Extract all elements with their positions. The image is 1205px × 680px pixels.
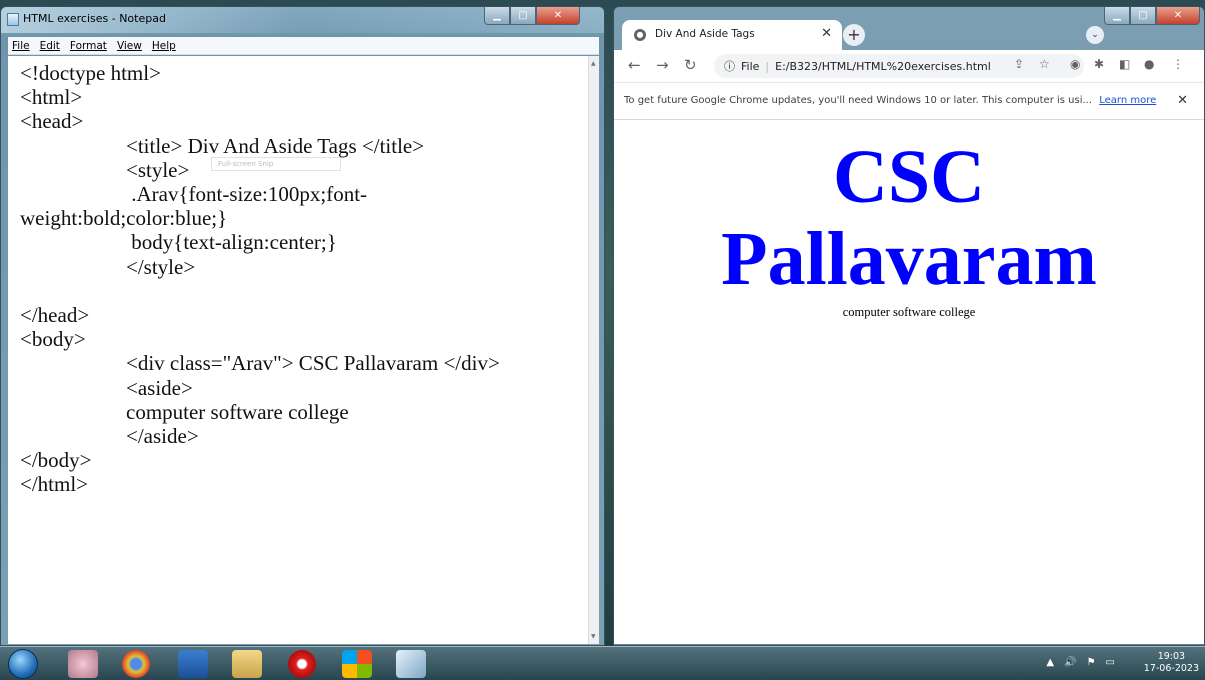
infobar-message: To get future Google Chrome updates, you…	[624, 95, 1093, 106]
tab-search-button[interactable]: ⌄	[1086, 26, 1104, 44]
scroll-down-icon[interactable]: ▼	[591, 633, 596, 640]
address-separator: |	[765, 59, 770, 73]
browser-tab[interactable]: ● Div And Aside Tags ✕	[622, 20, 842, 50]
menu-dots-icon[interactable]: ⋮	[1172, 57, 1184, 71]
clock-date: 17-06-2023	[1143, 663, 1199, 674]
clock[interactable]: 19:03 17-06-2023	[1144, 651, 1199, 675]
paint-icon[interactable]	[68, 650, 98, 678]
notepad-title-bar[interactable]: HTML exercises - Notepad ▁ □ ✕	[1, 7, 604, 33]
address-bar[interactable]: ⓘ File | E:/B323/HTML/HTML%20exercises.h…	[714, 54, 1084, 78]
new-tab-button[interactable]: +	[843, 24, 865, 46]
clock-time: 19:03	[1157, 651, 1186, 662]
outlook-icon[interactable]	[178, 650, 208, 678]
reload-icon[interactable]: ↻	[684, 56, 697, 74]
volume-icon[interactable]: 🔊	[1064, 657, 1076, 668]
tab-title: Div And Aside Tags	[655, 28, 755, 40]
learn-more-link[interactable]: Learn more	[1099, 95, 1156, 106]
profile-icon[interactable]: ●	[1144, 57, 1154, 71]
menu-edit[interactable]: Edit	[40, 40, 60, 52]
notepad-title: HTML exercises - Notepad	[23, 12, 166, 25]
code-line: .Arav{font-size:100px;font-	[126, 182, 368, 207]
address-prefix: File	[741, 59, 760, 73]
chrome-icon[interactable]	[122, 650, 150, 678]
code-line: </head>	[20, 303, 90, 328]
network-icon[interactable]: ▭	[1106, 657, 1115, 668]
extension-shield-icon[interactable]: ◉	[1070, 57, 1080, 71]
maximize-button[interactable]: □	[1130, 7, 1156, 25]
code-line: </aside>	[126, 424, 199, 449]
snip-tooltip: Full-screen Snip	[211, 157, 341, 171]
maximize-button[interactable]: □	[510, 7, 536, 25]
notepad-caption-buttons: ▁ □ ✕	[484, 7, 580, 25]
taskbar: ▲ 🔊 ⚑ ▭ 19:03 17-06-2023	[0, 646, 1205, 680]
code-line: </html>	[20, 472, 89, 497]
menu-file[interactable]: File	[12, 40, 30, 52]
forward-icon[interactable]: →	[656, 56, 669, 74]
scroll-up-icon[interactable]: ▲	[591, 60, 596, 67]
code-line: </body>	[20, 448, 92, 473]
page-viewport: CSC Pallavaram computer software college	[614, 120, 1204, 644]
menu-help[interactable]: Help	[152, 40, 176, 52]
notepad-menu-bar: File Edit Format View Help	[8, 37, 599, 55]
snipping-icon[interactable]	[396, 650, 426, 678]
page-aside: computer software college	[842, 305, 976, 319]
explorer-icon[interactable]	[232, 650, 262, 678]
back-icon[interactable]: ←	[628, 56, 641, 74]
code-line: </style>	[126, 254, 196, 279]
info-icon[interactable]: ⓘ	[724, 58, 735, 74]
system-tray: ▲ 🔊 ⚑ ▭	[1046, 657, 1115, 668]
minimize-button[interactable]: ▁	[1104, 7, 1130, 25]
address-url: E:/B323/HTML/HTML%20exercises.html	[775, 59, 991, 73]
code-line: <body>	[20, 327, 86, 352]
code-line: weight:bold;color:blue;}	[20, 206, 228, 231]
show-hidden-icon[interactable]: ▲	[1046, 657, 1054, 668]
winlogo-icon[interactable]	[342, 650, 372, 678]
update-infobar: To get future Google Chrome updates, you…	[614, 82, 1204, 120]
bookmark-star-icon[interactable]: ☆	[1039, 57, 1050, 71]
globe-icon: ●	[634, 29, 646, 41]
notepad-scrollbar[interactable]: ▲ ▼	[588, 56, 599, 644]
action-center-icon[interactable]: ⚑	[1087, 657, 1096, 668]
code-line: body{text-align:center;}	[126, 230, 337, 255]
share-icon[interactable]: ⇪	[1014, 57, 1024, 71]
minimize-button[interactable]: ▁	[484, 7, 510, 25]
opera-icon[interactable]	[288, 650, 316, 678]
menu-view[interactable]: View	[117, 40, 142, 52]
chrome-window: ● Div And Aside Tags ✕ + ⌄ ▁ □ ✕ ← → ↻ ⓘ…	[613, 6, 1205, 646]
code-line: computer software college	[126, 399, 349, 424]
start-button[interactable]	[8, 649, 38, 679]
code-line: <head>	[20, 109, 84, 134]
code-line: <title> Div And Aside Tags </title>	[126, 133, 425, 158]
close-tab-icon[interactable]: ✕	[821, 26, 832, 41]
chrome-caption-buttons: ▁ □ ✕	[1104, 7, 1200, 25]
notepad-window: HTML exercises - Notepad ▁ □ ✕ File Edit…	[0, 6, 605, 646]
browser-toolbar: ← → ↻ ⓘ File | E:/B323/HTML/HTML%20exerc…	[614, 50, 1204, 82]
code-line: <aside>	[126, 375, 193, 400]
notepad-icon	[7, 13, 19, 26]
code-line: <html>	[20, 85, 83, 110]
close-button[interactable]: ✕	[1156, 7, 1200, 25]
side-panel-icon[interactable]: ◧	[1119, 57, 1130, 71]
extensions-puzzle-icon[interactable]: ✱	[1094, 57, 1104, 71]
code-line: <div class="Arav"> CSC Pallavaram </div>	[126, 351, 500, 376]
page-heading: CSC Pallavaram	[721, 135, 1097, 301]
close-infobar-icon[interactable]: ✕	[1177, 93, 1188, 108]
notepad-text-area[interactable]: <!doctype html> <html> <head> <title> Div A…	[8, 56, 588, 644]
menu-format[interactable]: Format	[70, 40, 107, 52]
close-button[interactable]: ✕	[536, 7, 580, 25]
code-line: <!doctype html>	[20, 61, 161, 85]
